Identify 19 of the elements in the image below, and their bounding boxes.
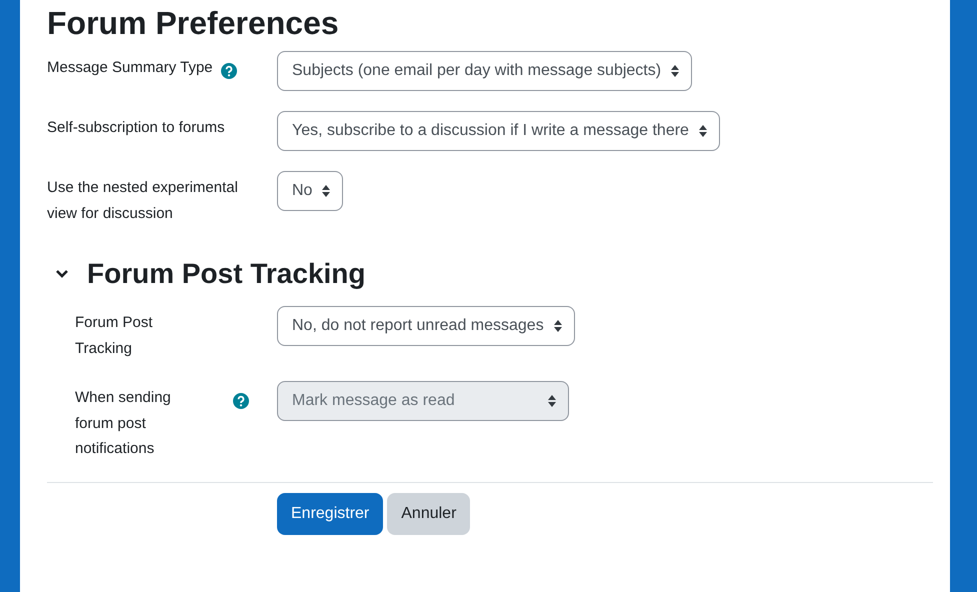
section-heading[interactable]: Forum Post Tracking (87, 254, 366, 294)
select-field[interactable]: No, do not report unread messages (277, 306, 575, 346)
select-field[interactable]: No (277, 171, 344, 211)
field-label: When sending forum post notifications (75, 388, 172, 459)
help-icon[interactable] (220, 63, 237, 79)
field-label: Forum Post Tracking (75, 313, 154, 358)
sort-icon (698, 125, 707, 137)
select-field[interactable]: Yes, subscribe to a discussion if I write a message there (277, 111, 720, 151)
sort-icon (554, 320, 562, 332)
field-label: Self-subscription to forums (47, 118, 225, 138)
cancel-button[interactable]: Annuler (387, 492, 470, 534)
sort-icon (548, 395, 556, 407)
field-label: Message Summary Type (47, 58, 213, 78)
select-field[interactable]: Subjects (one email per day with message subjects) (277, 51, 692, 91)
sort-icon (671, 65, 680, 77)
sort-icon (322, 185, 330, 197)
save-button[interactable]: Enregistrer (277, 492, 384, 534)
page-title: Forum Preferences (47, 4, 340, 43)
field-label: Use the nested experimental view for discussion (47, 178, 239, 224)
